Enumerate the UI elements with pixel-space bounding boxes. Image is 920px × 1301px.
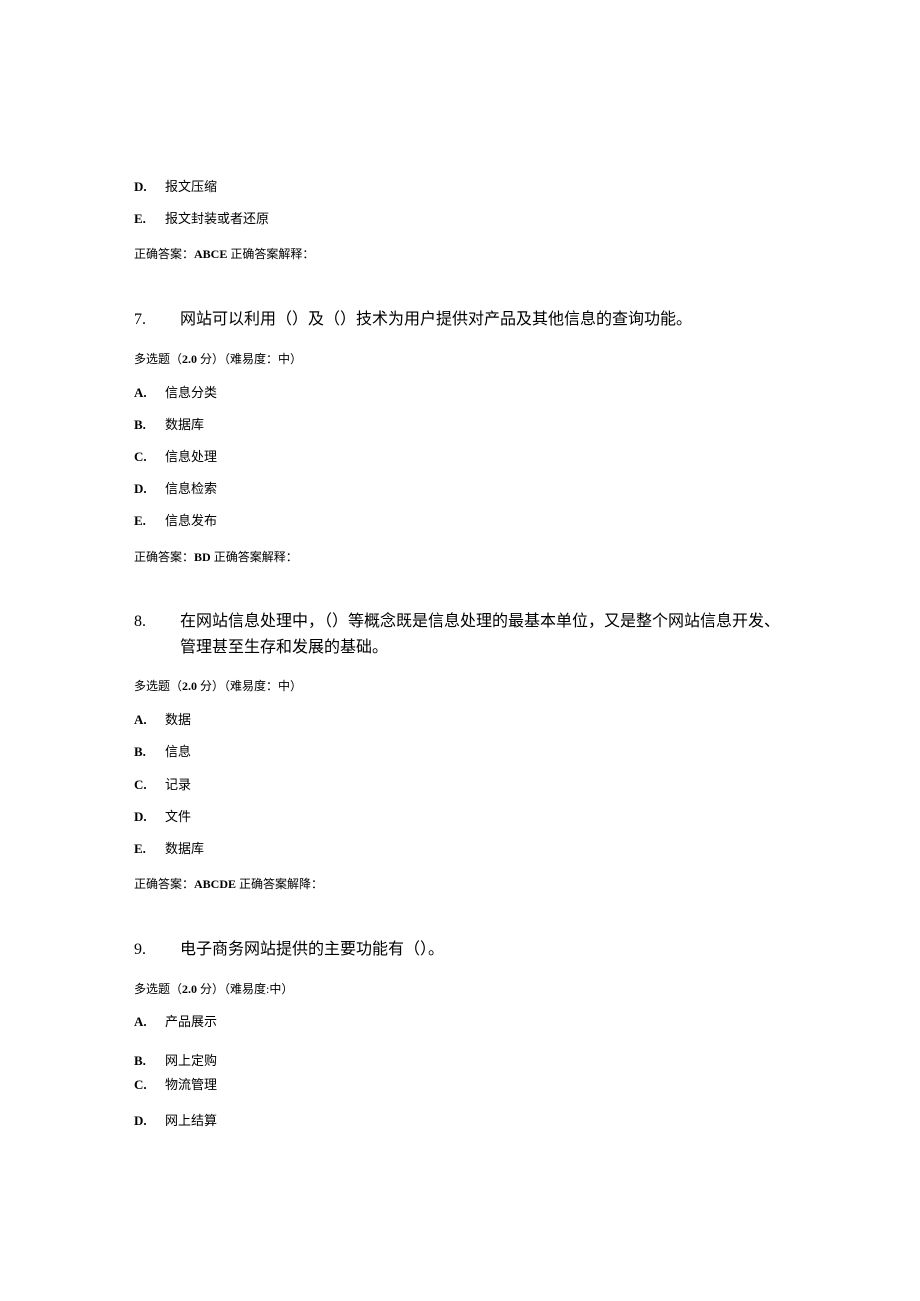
option-letter: A. xyxy=(134,711,160,729)
option-row: A. 信息分类 xyxy=(134,384,790,402)
option-letter: C. xyxy=(134,776,160,794)
option-text: 文件 xyxy=(160,808,191,826)
meta-text: 多选题（ xyxy=(134,679,182,693)
option-text: 信息发布 xyxy=(160,512,217,530)
option-text: 报文封装或者还原 xyxy=(160,210,269,228)
answer-value: ABCE xyxy=(194,247,227,261)
option-text: 数据库 xyxy=(160,840,204,858)
option-text: 信息分类 xyxy=(160,384,217,402)
meta-text: 多选题（ xyxy=(134,982,182,996)
option-row: C. 信息处理 xyxy=(134,448,790,466)
option-row: B. 信息 xyxy=(134,743,790,761)
question-number: 9. xyxy=(134,937,180,963)
option-text: 信息处理 xyxy=(160,448,217,466)
option-letter: D. xyxy=(134,178,160,196)
option-text: 报文压缩 xyxy=(160,178,217,196)
meta-points: 2.0 xyxy=(182,679,197,693)
option-row: B. 网上定购 xyxy=(134,1052,790,1070)
option-row: A. 产品展示 xyxy=(134,1013,790,1031)
answer-suffix: 正确答案解释： xyxy=(227,247,314,261)
question-title: 7. 网站可以利用（）及（）技术为用户提供对产品及其他信息的查询功能。 xyxy=(134,307,790,333)
question-meta: 多选题（2.0 分）（难易度:中） xyxy=(134,981,790,998)
question-number: 7. xyxy=(134,307,180,333)
option-row: A. 数据 xyxy=(134,711,790,729)
question-title: 8. 在网站信息处理中，（）等概念既是信息处理的最基本单位，又是整个网站信息开发… xyxy=(134,609,790,660)
option-row: D. 网上结算 xyxy=(134,1112,790,1130)
question-text: 在网站信息处理中，（）等概念既是信息处理的最基本单位，又是整个网站信息开发、管理… xyxy=(180,609,790,660)
meta-points: 2.0 xyxy=(182,982,197,996)
meta-text: 分）（难易度：中） xyxy=(197,679,302,693)
option-text: 信息检索 xyxy=(160,480,217,498)
option-letter: B. xyxy=(134,1052,160,1070)
answer-value: ABCDE xyxy=(194,877,236,891)
option-letter: C. xyxy=(134,448,160,466)
option-letter: D. xyxy=(134,1112,160,1130)
question-number: 8. xyxy=(134,609,180,660)
question-meta: 多选题（2.0 分）（难易度：中） xyxy=(134,678,790,695)
answer-prefix: 正确答案： xyxy=(134,247,194,261)
option-letter: C. xyxy=(134,1076,160,1094)
document-page: D. 报文压缩 E. 报文封装或者还原 正确答案：ABCE 正确答案解释： 7.… xyxy=(0,0,920,1244)
option-row: E. 信息发布 xyxy=(134,512,790,530)
option-row: B. 数据库 xyxy=(134,416,790,434)
option-letter: B. xyxy=(134,416,160,434)
answer-value: BD xyxy=(194,550,211,564)
option-text: 网上定购 xyxy=(160,1052,217,1070)
option-text: 数据 xyxy=(160,711,191,729)
option-row: E. 报文封装或者还原 xyxy=(134,210,790,228)
answer-line: 正确答案：ABCE 正确答案解释： xyxy=(134,246,790,263)
option-letter: A. xyxy=(134,384,160,402)
option-text: 网上结算 xyxy=(160,1112,217,1130)
option-text: 物流管理 xyxy=(160,1076,217,1094)
option-text: 数据库 xyxy=(160,416,204,434)
option-letter: E. xyxy=(134,840,160,858)
question-title: 9. 电子商务网站提供的主要功能有（）。 xyxy=(134,937,790,963)
option-row: D. 信息检索 xyxy=(134,480,790,498)
answer-line: 正确答案：ABCDE 正确答案解降： xyxy=(134,876,790,893)
meta-text: 分）（难易度：中） xyxy=(197,352,302,366)
option-row: C. 物流管理 xyxy=(134,1076,790,1094)
answer-line: 正确答案：BD 正确答案解释： xyxy=(134,549,790,566)
question-text: 电子商务网站提供的主要功能有（）。 xyxy=(180,937,790,963)
option-text: 信息 xyxy=(160,743,191,761)
option-row: D. 报文压缩 xyxy=(134,178,790,196)
meta-text: 多选题（ xyxy=(134,352,182,366)
meta-points: 2.0 xyxy=(182,352,197,366)
meta-text: 分）（难易度:中） xyxy=(197,982,293,996)
option-letter: A. xyxy=(134,1013,160,1031)
option-row: C. 记录 xyxy=(134,776,790,794)
answer-prefix: 正确答案： xyxy=(134,550,194,564)
question-text: 网站可以利用（）及（）技术为用户提供对产品及其他信息的查询功能。 xyxy=(180,307,790,333)
option-row: D. 文件 xyxy=(134,808,790,826)
answer-suffix: 正确答案解释： xyxy=(211,550,298,564)
question-meta: 多选题（2.0 分）（难易度：中） xyxy=(134,351,790,368)
answer-suffix: 正确答案解降： xyxy=(236,877,323,891)
option-letter: B. xyxy=(134,743,160,761)
option-text: 产品展示 xyxy=(160,1013,217,1031)
option-row: E. 数据库 xyxy=(134,840,790,858)
option-letter: E. xyxy=(134,210,160,228)
option-text: 记录 xyxy=(160,776,191,794)
option-letter: D. xyxy=(134,808,160,826)
answer-prefix: 正确答案： xyxy=(134,877,194,891)
option-letter: E. xyxy=(134,512,160,530)
option-letter: D. xyxy=(134,480,160,498)
